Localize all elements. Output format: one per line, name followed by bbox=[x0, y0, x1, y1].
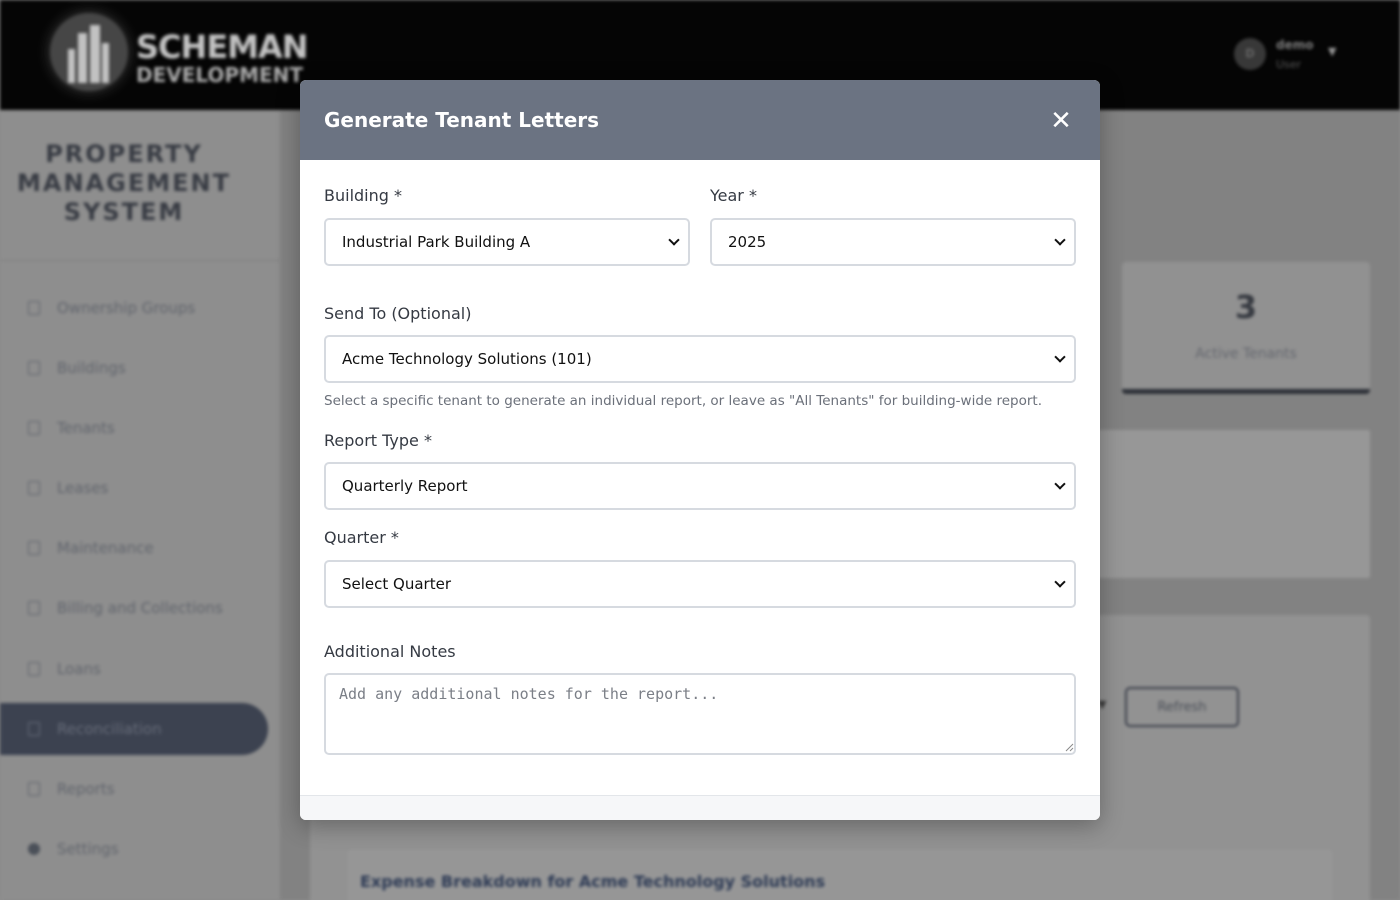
send-to-select[interactable]: Acme Technology Solutions (101) bbox=[324, 335, 1076, 383]
quarter-select-value: Select Quarter bbox=[342, 575, 451, 593]
report-type-select-value: Quarterly Report bbox=[342, 477, 468, 495]
generate-letters-modal: Generate Tenant Letters ✕ Building * Ind… bbox=[300, 80, 1100, 820]
report-type-select[interactable]: Quarterly Report bbox=[324, 462, 1076, 510]
modal-header: Generate Tenant Letters ✕ bbox=[300, 80, 1100, 160]
notes-label: Additional Notes bbox=[324, 642, 456, 661]
notes-textarea[interactable] bbox=[324, 673, 1076, 755]
building-select-value: Industrial Park Building A bbox=[342, 233, 531, 251]
quarter-label: Quarter * bbox=[324, 528, 399, 547]
modal-title: Generate Tenant Letters bbox=[324, 108, 600, 132]
chevron-down-icon bbox=[1054, 351, 1066, 363]
report-type-label: Report Type * bbox=[324, 431, 432, 450]
chevron-down-icon bbox=[1054, 576, 1066, 588]
year-select[interactable]: 2025 bbox=[710, 218, 1076, 266]
quarter-select[interactable]: Select Quarter bbox=[324, 560, 1076, 608]
modal-footer bbox=[300, 795, 1100, 820]
building-label: Building * bbox=[324, 186, 402, 205]
send-to-help-text: Select a specific tenant to generate an … bbox=[324, 393, 1043, 409]
chevron-down-icon bbox=[1054, 478, 1066, 490]
year-label: Year * bbox=[710, 186, 757, 205]
chevron-down-icon bbox=[668, 234, 680, 246]
resize-grip-icon[interactable] bbox=[1064, 742, 1074, 752]
send-to-select-value: Acme Technology Solutions (101) bbox=[342, 350, 592, 368]
chevron-down-icon bbox=[1054, 234, 1066, 246]
send-to-label: Send To (Optional) bbox=[324, 304, 472, 323]
year-select-value: 2025 bbox=[728, 233, 767, 251]
close-icon[interactable]: ✕ bbox=[1048, 106, 1074, 134]
building-select[interactable]: Industrial Park Building A bbox=[324, 218, 690, 266]
